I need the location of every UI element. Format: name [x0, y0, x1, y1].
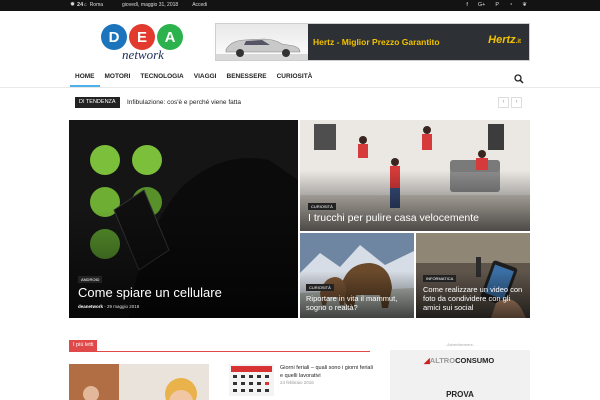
nav-home[interactable]: HOME — [70, 67, 100, 87]
pinterest-icon[interactable]: P — [495, 2, 499, 8]
logo-letter-e: E — [137, 29, 147, 46]
twitter-icon[interactable]: ❦ — [522, 2, 527, 8]
advertisement-label: - Advertisement - — [444, 342, 476, 347]
hertz-brand: Hertz — [488, 34, 516, 46]
degree-unit: C — [84, 3, 87, 7]
nav-divider — [0, 87, 600, 88]
category-badge[interactable]: INFORMATICA — [423, 275, 457, 282]
ad-car-image — [216, 24, 308, 60]
featured-top-right[interactable]: CURIOSITÀ I trucchi per pulire casa velo… — [300, 120, 530, 231]
featured-top-right-title[interactable]: I trucchi per pulire casa velocemente — [308, 212, 479, 224]
featured-bottom-right[interactable]: INFORMATICA Come realizzare un video con… — [416, 233, 530, 318]
featured-bottom-left-title[interactable]: Riportare in vita il mammut, sogno o rea… — [306, 294, 406, 312]
site-logo[interactable]: D E A network — [100, 23, 186, 63]
post-thumbnail-image — [69, 364, 209, 400]
brand-part2: CONSUMO — [455, 356, 495, 365]
post-thumbnail[interactable] — [69, 364, 209, 400]
nav-tecnologia[interactable]: TECNOLOGIA — [135, 67, 188, 87]
nav-curiosita[interactable]: CURIOSITÀ — [272, 67, 318, 87]
social-links: f G+ P ◔ ❦ — [466, 2, 527, 8]
trending-headline[interactable]: Infibulazione: cos'è e perché viene fatt… — [127, 97, 241, 108]
nav-motori[interactable]: MOTORI — [100, 67, 136, 87]
post-title[interactable]: Giorni feriali – quali sono i giorni fer… — [280, 364, 375, 380]
featured-main-meta: deanetwork - 29 maggio 2018 — [78, 304, 140, 309]
post-date: 24 febbraio 2016 — [280, 380, 314, 385]
author[interactable]: deanetwork — [78, 304, 103, 309]
facebook-icon[interactable]: f — [466, 2, 468, 8]
featured-main[interactable]: ANDROID Come spiare un cellulare deanetw… — [69, 120, 298, 318]
google-plus-icon[interactable]: G+ — [478, 2, 486, 8]
logo-letter-a: A — [165, 29, 176, 46]
top-bar: ✹ 24 C Roma giovedì, maggio 31, 2018 Acc… — [0, 0, 600, 11]
featured-main-title[interactable]: Come spiare un cellulare — [78, 285, 222, 300]
ad-cta[interactable]: PROVA — [390, 390, 530, 399]
section-tag[interactable]: I più letti — [69, 340, 98, 351]
sun-icon: ✹ — [70, 2, 76, 8]
nav-viaggi[interactable]: VIAGGI — [189, 67, 222, 87]
city: Roma — [89, 2, 104, 8]
trending-prev-button[interactable]: ‹ — [498, 97, 509, 108]
calendar-thumbnail[interactable] — [229, 364, 274, 396]
featured-bottom-left[interactable]: CURIOSITÀ Riportare in vita il mammut, s… — [300, 233, 414, 318]
top-bar-left: ✹ 24 C Roma giovedì, maggio 31, 2018 Acc… — [70, 2, 207, 8]
logo-network-text: network — [122, 47, 164, 62]
trending-next-button[interactable]: › — [511, 97, 522, 108]
hertz-ad-banner[interactable]: Hertz - Miglior Prezzo Garantito Hertz.i… — [215, 23, 530, 61]
category-badge[interactable]: ANDROID — [78, 276, 103, 283]
post-date: 29 maggio 2018 — [107, 304, 140, 309]
logo-letter-d: D — [109, 29, 120, 46]
category-badge[interactable]: CURIOSITÀ — [308, 203, 336, 210]
trending-label: DI TENDENZA — [75, 97, 120, 108]
altroconsumo-ad[interactable]: ◢ALTROCONSUMO PROVA — [390, 350, 530, 400]
section-divider — [69, 351, 370, 352]
featured-bottom-right-title[interactable]: Come realizzare un video con foto da con… — [423, 285, 527, 312]
ad-headline: Hertz - Miglior Prezzo Garantito — [313, 37, 440, 47]
hertz-logo: Hertz.it — [488, 34, 521, 46]
logo-graphic: D E A network — [101, 24, 183, 62]
login-link[interactable]: Accedi — [192, 2, 207, 8]
category-badge[interactable]: CURIOSITÀ — [306, 284, 334, 291]
search-icon[interactable] — [514, 71, 524, 84]
temperature: 24 — [77, 2, 84, 8]
altroconsumo-logo: ◢ALTROCONSUMO — [424, 356, 494, 365]
nav-benessere[interactable]: BENESSERE — [222, 67, 272, 87]
featured-main-gradient — [69, 209, 298, 318]
rss-icon[interactable]: ◔ — [509, 2, 512, 8]
calendar-image — [229, 364, 274, 396]
hertz-suffix: .it — [515, 39, 521, 45]
main-nav: HOME MOTORI TECNOLOGIA VIAGGI BENESSERE … — [70, 67, 530, 87]
current-date: giovedì, maggio 31, 2018 — [122, 2, 179, 8]
brand-part1: ALTRO — [429, 356, 456, 365]
